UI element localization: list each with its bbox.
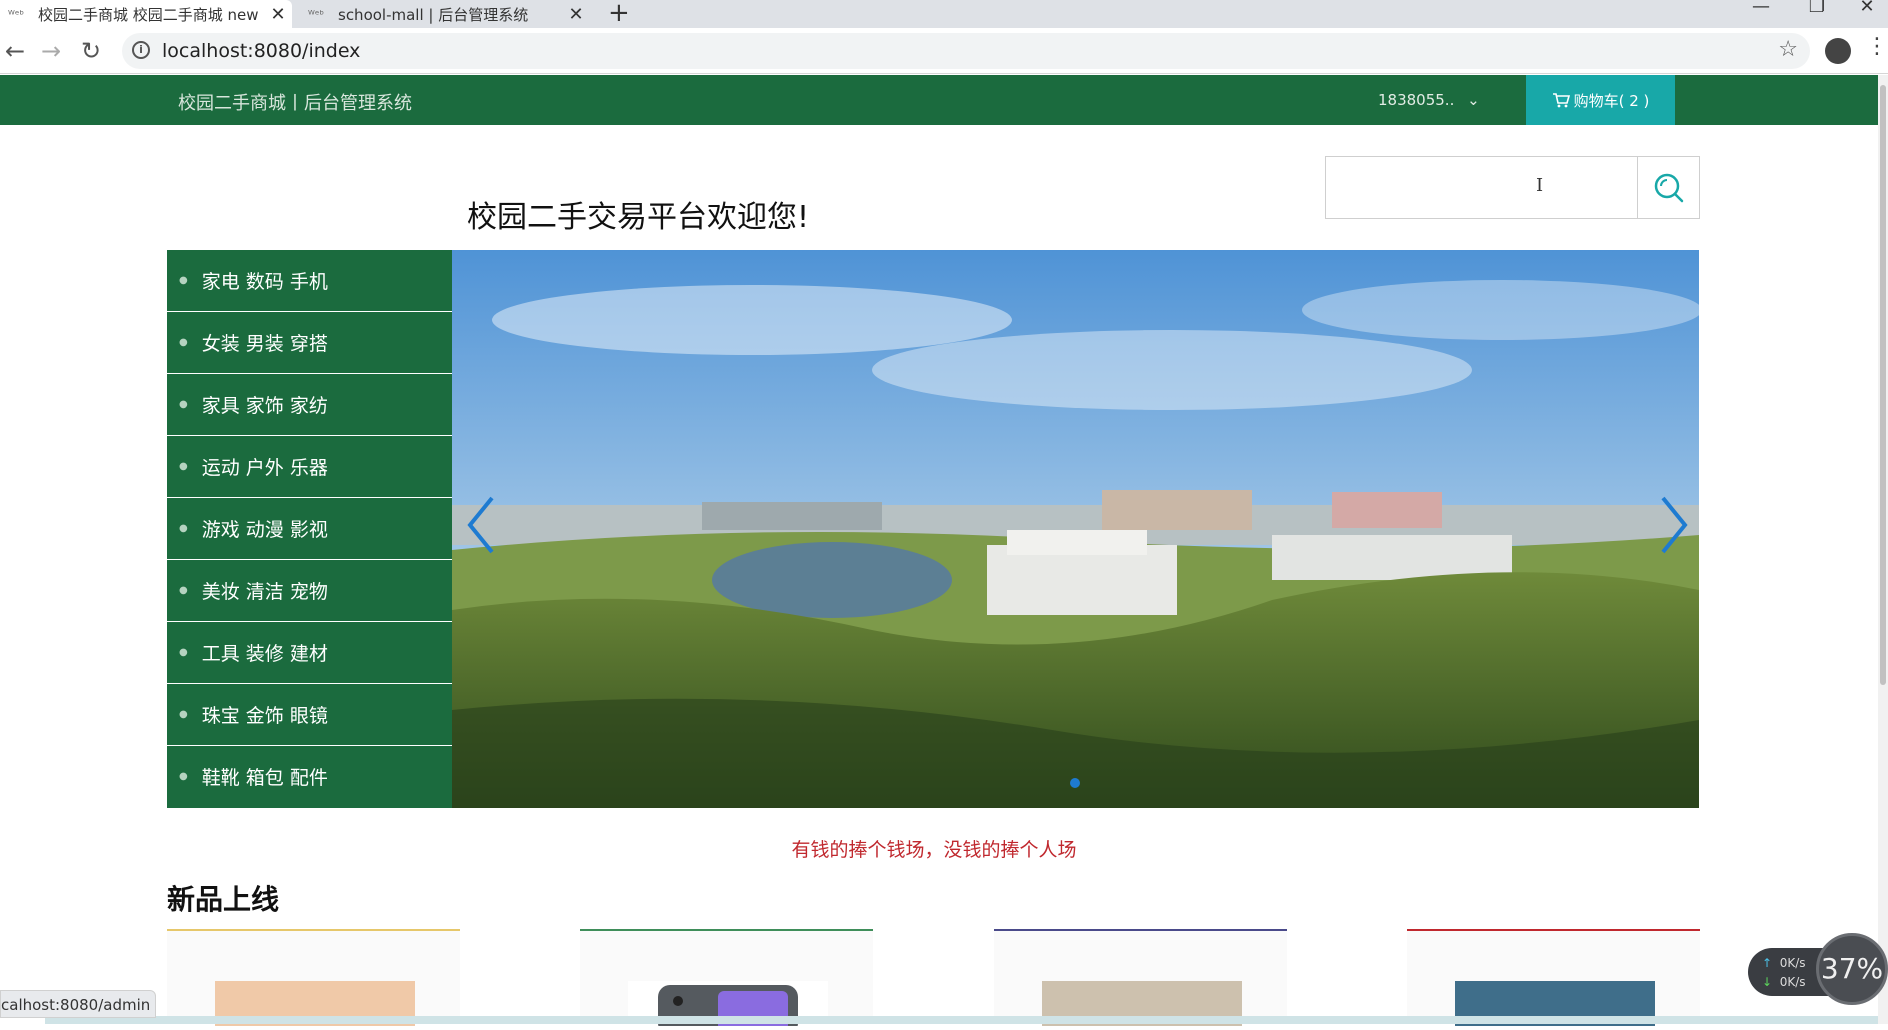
bullet-icon: ● — [179, 399, 188, 410]
site-brand[interactable]: 校园二手商城丨后台管理系统 — [178, 89, 412, 115]
search-input[interactable] — [1326, 157, 1637, 218]
close-tab-icon[interactable]: ✕ — [264, 4, 292, 25]
category-label: 运动 户外 乐器 — [201, 457, 328, 479]
browser-toolbar: ← → ↻ i localhost:8080/index ☆ ⋮ — [0, 28, 1888, 74]
bullet-icon: ● — [179, 709, 188, 720]
category-label: 珠宝 金饰 眼镜 — [201, 705, 328, 727]
product-card[interactable] — [1407, 929, 1700, 1026]
category-menu: ● 家电 数码 手机 ● 女装 男装 穿搭 ● 家具 家饰 家纺 ● 运动 户外 乐器 … — [167, 250, 452, 808]
bottom-strip — [45, 1016, 1878, 1024]
tab-admin[interactable]: ᵂᵉᵇ school-mall | 后台管理系统 ✕ — [300, 0, 590, 28]
profile-avatar-icon[interactable] — [1825, 38, 1851, 64]
scrollbar-thumb[interactable] — [1880, 85, 1886, 685]
category-label: 鞋靴 箱包 配件 — [201, 766, 328, 789]
welcome-heading: 校园二手交易平台欢迎您! — [467, 200, 810, 235]
bullet-icon: ● — [179, 461, 188, 472]
bullet-icon: ● — [179, 337, 188, 348]
page-scrollbar[interactable] — [1878, 75, 1888, 1024]
category-label: 家电 数码 手机 — [201, 271, 328, 293]
upload-speed: ↑ 0K/s — [1762, 956, 1806, 970]
back-icon[interactable]: ← — [0, 36, 30, 66]
category-label: 家具 家饰 家纺 — [201, 395, 328, 417]
site-top-nav: 校园二手商城丨后台管理系统 1838055.. ⌄ 购物车( 2 ) — [0, 75, 1878, 125]
reload-icon[interactable]: ↻ — [76, 36, 106, 66]
product-card[interactable] — [167, 929, 460, 1026]
tab-index[interactable]: ᵂᵉᵇ 校园二手商城 校园二手商城 new ✕ — [0, 0, 292, 28]
bullet-icon: ● — [179, 275, 188, 286]
category-item[interactable]: ● 鞋靴 箱包 配件 — [167, 746, 452, 806]
category-item[interactable]: ● 运动 户外 乐器 — [167, 436, 452, 498]
minimize-icon[interactable]: — — [1736, 0, 1786, 28]
category-item[interactable]: ● 珠宝 金饰 眼镜 — [167, 684, 452, 746]
category-item[interactable]: ● 工具 装修 建材 — [167, 622, 452, 684]
cart-label: 购物车( 2 ) — [1573, 91, 1650, 110]
forward-icon[interactable]: → — [36, 36, 66, 66]
category-label: 工具 装修 建材 — [201, 643, 328, 665]
upload-arrow-icon: ↑ — [1762, 956, 1773, 970]
tab-title: school-mall | 后台管理系统 — [338, 5, 529, 24]
carousel-indicator-dot[interactable] — [1070, 778, 1080, 788]
new-products-title: 新品上线 — [167, 883, 280, 916]
cpu-gauge[interactable]: 37% — [1816, 933, 1888, 1005]
close-window-icon[interactable]: ✕ — [1842, 0, 1888, 28]
category-label: 女装 男装 穿搭 — [201, 333, 328, 355]
browser-menu-icon[interactable]: ⋮ — [1866, 34, 1888, 59]
carousel-prev-icon[interactable] — [462, 490, 502, 560]
product-card[interactable] — [580, 929, 873, 1030]
favicon-icon: ᵂᵉᵇ — [8, 7, 25, 21]
bullet-icon: ● — [179, 523, 188, 534]
browser-status-url: calhost:8080/admin — [0, 990, 156, 1018]
browser-tab-bar: ᵂᵉᵇ 校园二手商城 校园二手商城 new ✕ ᵂᵉᵇ school-mall … — [0, 0, 1888, 28]
text-cursor-icon: I — [1536, 175, 1544, 196]
slogan-text: 有钱的捧个钱场，没钱的捧个人场 — [791, 839, 1077, 861]
category-label: 游戏 动漫 影视 — [201, 519, 328, 541]
download-arrow-icon: ↓ — [1762, 975, 1773, 989]
category-item[interactable]: ● 美妆 清洁 宠物 — [167, 560, 452, 622]
user-name: 1838055.. — [1378, 91, 1455, 109]
campus-banner-image — [452, 250, 1699, 808]
info-icon[interactable]: i — [132, 41, 150, 59]
download-speed: ↓ 0K/s — [1762, 975, 1806, 989]
search-box: I — [1325, 156, 1700, 219]
cart-icon — [1552, 93, 1570, 108]
search-icon — [1654, 173, 1683, 202]
category-item[interactable]: ● 游戏 动漫 影视 — [167, 498, 452, 560]
user-dropdown[interactable]: 1838055.. ⌄ — [1378, 91, 1480, 109]
product-card[interactable] — [994, 929, 1287, 1026]
bullet-icon: ● — [179, 770, 188, 782]
restore-icon[interactable]: ❐ — [1792, 0, 1842, 28]
new-tab-button[interactable]: + — [608, 0, 630, 28]
bookmark-star-icon[interactable]: ☆ — [1778, 37, 1798, 62]
bullet-icon: ● — [179, 585, 188, 596]
url-text: localhost:8080/index — [162, 40, 361, 62]
carousel-next-icon[interactable] — [1653, 490, 1693, 560]
category-label: 美妆 清洁 宠物 — [201, 581, 328, 603]
chevron-down-icon: ⌄ — [1467, 91, 1480, 109]
tab-title: 校园二手商城 校园二手商城 new — [38, 5, 259, 24]
category-item[interactable]: ● 家电 数码 手机 — [167, 250, 452, 312]
close-tab-icon[interactable]: ✕ — [562, 4, 590, 25]
search-button[interactable] — [1637, 157, 1699, 218]
favicon-icon: ᵂᵉᵇ — [308, 7, 325, 21]
category-item[interactable]: ● 女装 男装 穿搭 — [167, 312, 452, 374]
bullet-icon: ● — [179, 647, 188, 658]
category-item[interactable]: ● 家具 家饰 家纺 — [167, 374, 452, 436]
banner-carousel[interactable] — [452, 250, 1699, 808]
address-bar[interactable]: i localhost:8080/index ☆ — [122, 33, 1810, 69]
cart-button[interactable]: 购物车( 2 ) — [1526, 75, 1675, 125]
